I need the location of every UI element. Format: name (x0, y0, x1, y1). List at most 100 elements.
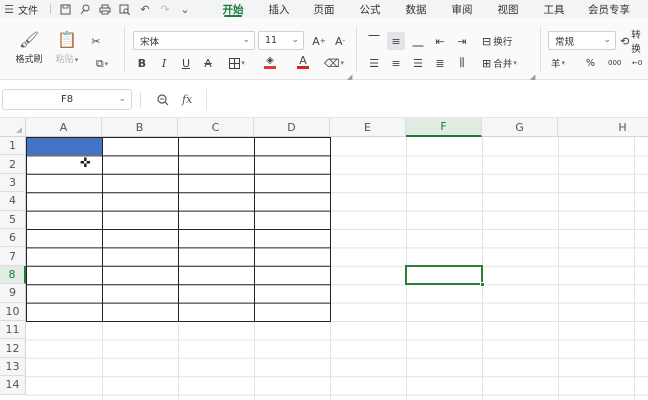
column-header-g[interactable]: G (482, 118, 558, 137)
divider (50, 4, 51, 14)
justify-icon[interactable]: ≣ (431, 54, 449, 72)
row-header-12[interactable]: 12 (0, 339, 26, 358)
row-header-7[interactable]: 7 (0, 247, 26, 266)
menu-icon[interactable]: ☰ (0, 3, 18, 16)
align-left-icon[interactable]: ☰ (365, 54, 383, 72)
tab-page[interactable]: 页面 (301, 0, 347, 18)
chevron-down-icon: ⌄ (242, 35, 250, 45)
row-header-9[interactable]: 9 (0, 284, 26, 303)
underline-button[interactable]: U (177, 54, 195, 72)
find-icon[interactable] (115, 0, 135, 18)
column-header-c[interactable]: C (178, 118, 254, 137)
formula-input[interactable] (206, 89, 648, 110)
align-top-icon[interactable]: ⎺ (365, 32, 383, 50)
eraser-icon: ⌫ (323, 56, 340, 70)
row-header-5[interactable]: 5 (0, 210, 26, 229)
thousands-separator-button[interactable]: 000 (608, 55, 621, 71)
row-header-8[interactable]: 8 (0, 265, 26, 285)
number-format-value: 常规 (555, 36, 575, 48)
spreadsheet-grid[interactable]: ABCDEFGH 1 2 3 4 5 6 7 8 9 10 11 12 13 14 ✜ (0, 118, 648, 400)
paste-button[interactable]: 📋 粘贴▾ (50, 30, 84, 65)
copy-button[interactable]: ⧉ ▾ (89, 55, 115, 73)
decrease-decimal-button[interactable]: ←0 (632, 55, 642, 71)
row-header-14[interactable]: 14 (0, 376, 26, 395)
select-all-corner[interactable] (0, 118, 26, 137)
font-color-button[interactable]: A (289, 53, 317, 71)
paste-label: 粘贴▾ (55, 55, 79, 65)
convert-label: 转换 (631, 30, 641, 55)
distributed-icon[interactable]: ⫼ (453, 54, 471, 72)
strikethrough-button[interactable]: A (199, 54, 217, 72)
save-icon[interactable] (55, 0, 75, 18)
italic-button[interactable]: I (155, 54, 173, 72)
tab-home[interactable]: 开始 (209, 0, 257, 18)
column-header-a[interactable]: A (26, 118, 102, 137)
merge-button[interactable]: ⊞ 合并 ▾ (482, 55, 517, 71)
font-size-select[interactable]: 11 ⌄ (258, 31, 304, 50)
align-middle-icon[interactable]: ≡ (387, 32, 405, 50)
tab-view[interactable]: 视图 (485, 0, 531, 18)
row-header-1[interactable]: 1 (0, 137, 26, 156)
column-header-d[interactable]: D (254, 118, 330, 137)
zoom-search-icon[interactable] (157, 91, 169, 108)
currency-button[interactable]: 羊 ▾ (551, 55, 565, 71)
name-box[interactable]: F8 ⌄ (2, 89, 132, 110)
row-header-10[interactable]: 10 (0, 302, 26, 321)
column-header-e[interactable]: E (330, 118, 406, 137)
fill-handle[interactable] (480, 282, 485, 288)
row-header-3[interactable]: 3 (0, 173, 26, 193)
active-cell-f8[interactable] (405, 264, 483, 286)
convert-button[interactable]: ⟲ 转换 (620, 30, 648, 55)
border-button[interactable]: ▾ (223, 54, 251, 72)
row-header-11[interactable]: 11 (0, 321, 26, 340)
more-chevron-icon[interactable]: ⌄ (175, 0, 195, 18)
wrap-text-label: 换行 (493, 37, 513, 48)
chevron-down-icon: ⌄ (291, 35, 299, 45)
format-painter-label: 格式刷 (15, 55, 43, 65)
cut-icon[interactable]: ✂ (87, 32, 105, 50)
align-right-icon[interactable]: ☰ (409, 54, 427, 72)
currency-icon: 羊 (551, 59, 561, 70)
row-header-13[interactable]: 13 (0, 357, 26, 377)
highlighted-cell-a1[interactable] (27, 138, 102, 156)
increase-indent-icon[interactable]: ⇥ (453, 32, 471, 50)
tab-tools[interactable]: 工具 (531, 0, 577, 18)
insert-function-button[interactable]: fx (182, 91, 192, 108)
tab-formula[interactable]: 公式 (347, 0, 393, 18)
font-size-value: 11 (265, 35, 278, 46)
column-header-f[interactable]: F (406, 118, 482, 137)
file-menu[interactable]: 文件 (18, 2, 46, 17)
row-header-6[interactable]: 6 (0, 229, 26, 248)
fill-bucket-icon: ◈ (266, 55, 274, 66)
number-format-select[interactable]: 常规 ⌄ (548, 31, 616, 50)
font-name-select[interactable]: 宋体 ⌄ (133, 31, 255, 50)
fill-color-button[interactable]: ◈ (256, 53, 284, 71)
redo-icon[interactable]: ↷ (155, 0, 175, 18)
divider (124, 26, 125, 72)
tab-review[interactable]: 审阅 (439, 0, 485, 18)
decrease-font-icon[interactable]: A- (331, 32, 349, 50)
wrap-text-button[interactable]: ⊟ 换行 (482, 33, 512, 49)
row-header-2[interactable]: 2 (0, 155, 26, 174)
increase-font-icon[interactable]: A + (310, 32, 328, 50)
row-header-4[interactable]: 4 (0, 192, 26, 211)
align-center-icon[interactable]: ≡ (387, 54, 405, 72)
tab-insert[interactable]: 插入 (257, 0, 301, 18)
quick-access-toolbar: ☰ 文件 ↶ ↷ ⌄ (0, 0, 195, 18)
column-header-h[interactable]: H (558, 118, 648, 137)
align-bottom-icon[interactable]: ⎽ (409, 32, 427, 50)
tab-data[interactable]: 数据 (393, 0, 439, 18)
print-preview-icon[interactable] (75, 0, 95, 18)
tab-member[interactable]: 会员专享 (577, 0, 641, 18)
format-painter-button[interactable]: 🖌 格式刷 (10, 30, 48, 65)
decrease-indent-icon[interactable]: ⇤ (431, 32, 449, 50)
column-header-b[interactable]: B (102, 118, 178, 137)
font-color-icon: A (299, 54, 307, 67)
clear-format-button[interactable]: ⌫ ▾ (321, 54, 347, 72)
divider (540, 26, 541, 72)
font-name-value: 宋体 (140, 36, 160, 48)
print-icon[interactable] (95, 0, 115, 18)
percent-button[interactable]: % (586, 55, 595, 71)
undo-icon[interactable]: ↶ (135, 0, 155, 18)
bold-button[interactable]: B (133, 54, 151, 72)
